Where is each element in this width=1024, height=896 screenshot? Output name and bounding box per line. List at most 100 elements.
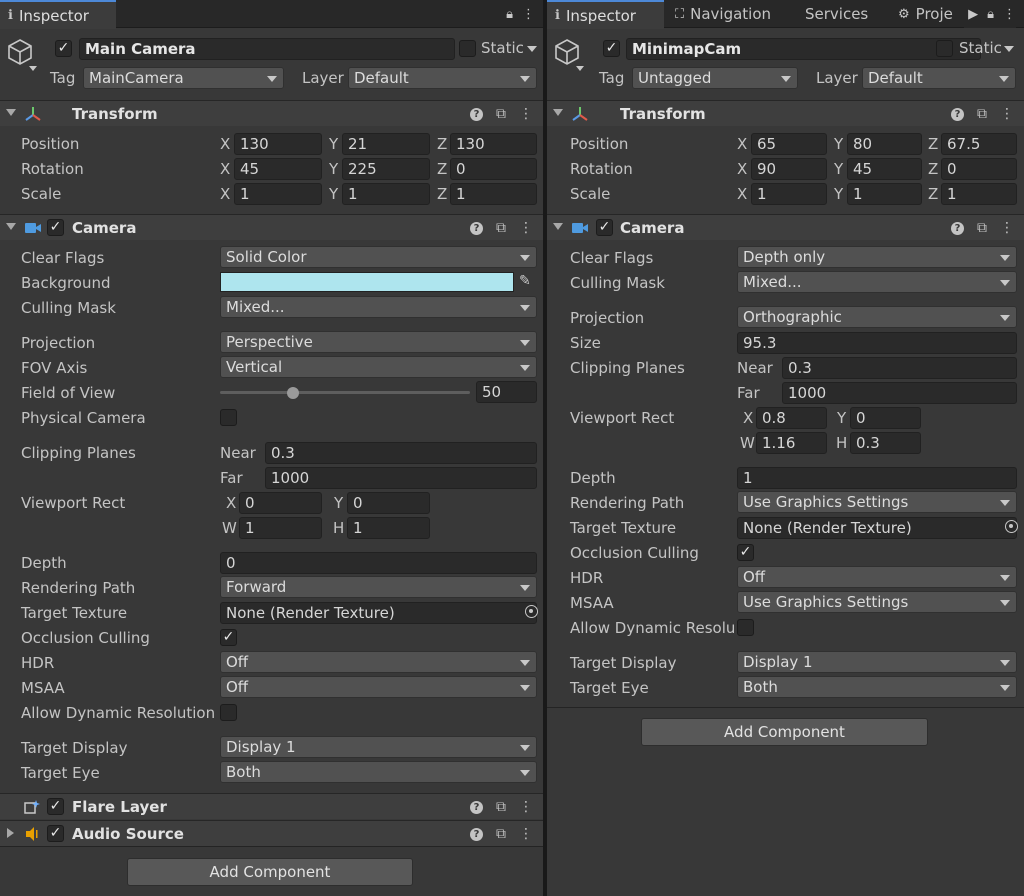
rotation-y-input[interactable]: 225 [342,158,430,180]
rotation-x-input[interactable]: 45 [234,158,322,180]
target-texture-field[interactable]: None (Render Texture) [737,517,1017,539]
preset-sliders-icon[interactable]: ⧉ [977,220,987,236]
gameobject-cube-icon[interactable] [554,38,584,76]
transform-header[interactable]: Transform ? ⧉ ⋮ [0,100,543,126]
msaa-dropdown[interactable]: Off [220,676,537,698]
tab-services[interactable]: Services [797,0,876,28]
target-eye-dropdown[interactable]: Both [220,761,537,783]
preset-sliders-icon[interactable]: ⧉ [496,826,506,842]
help-icon[interactable]: ? [470,827,483,841]
help-icon[interactable]: ? [470,107,483,121]
viewport-x-input[interactable]: 0 [239,492,322,514]
culling-mask-dropdown[interactable]: Mixed... [737,271,1017,293]
scale-z-input[interactable]: 1 [941,183,1017,205]
msaa-dropdown[interactable]: Use Graphics Settings [737,591,1017,613]
static-checkbox[interactable] [459,40,476,57]
static-checkbox[interactable] [936,40,953,57]
viewport-w-input[interactable]: 1.16 [756,432,827,454]
tag-dropdown[interactable]: MainCamera [83,67,284,89]
foldout-arrow-icon[interactable] [6,109,16,116]
foldout-arrow-icon[interactable] [553,109,563,116]
component-enabled-checkbox[interactable]: ✓ [47,825,64,842]
static-dropdown-caret-icon[interactable] [527,46,537,52]
eyedropper-icon[interactable]: ✎ [519,273,531,289]
object-name-input[interactable]: Main Camera [79,38,455,60]
scale-y-input[interactable]: 1 [342,183,430,205]
hdr-dropdown[interactable]: Off [220,651,537,673]
occlusion-culling-checkbox[interactable]: ✓ [737,544,754,561]
active-checkbox[interactable]: ✓ [603,40,620,57]
foldout-arrow-icon[interactable] [7,828,14,838]
rendering-path-dropdown[interactable]: Use Graphics Settings [737,491,1017,513]
help-icon[interactable]: ? [470,221,483,235]
depth-input[interactable]: 0 [220,552,537,574]
add-component-button[interactable]: Add Component [127,858,413,886]
more-menu-icon[interactable]: ⋮ [519,106,533,122]
fov-slider-thumb[interactable] [286,387,299,399]
layer-dropdown[interactable]: Default [862,67,1016,89]
viewport-x-input[interactable]: 0.8 [756,407,827,429]
target-texture-field[interactable]: None (Render Texture) [220,602,537,624]
clear-flags-dropdown[interactable]: Solid Color [220,246,537,268]
object-picker-icon[interactable] [525,605,538,618]
viewport-w-input[interactable]: 1 [239,517,322,539]
component-enabled-checkbox[interactable]: ✓ [596,219,613,236]
projection-dropdown[interactable]: Perspective [220,331,537,353]
rotation-y-input[interactable]: 45 [847,158,922,180]
more-menu-icon[interactable]: ⋮ [1000,106,1014,122]
target-eye-dropdown[interactable]: Both [737,676,1017,698]
viewport-y-input[interactable]: 0 [347,492,430,514]
transform-header[interactable]: Transform ? ⧉ ⋮ [547,100,1024,126]
tab-inspector[interactable]: ℹ Inspector [0,0,116,29]
component-enabled-checkbox[interactable]: ✓ [47,219,64,236]
lock-icon[interactable]: 🔒︎ [987,7,994,22]
camera-header[interactable]: ✓ Camera ? ⧉ ⋮ [0,214,543,240]
fov-axis-dropdown[interactable]: Vertical [220,356,537,378]
active-checkbox[interactable]: ✓ [55,40,72,57]
hdr-dropdown[interactable]: Off [737,566,1017,588]
more-menu-icon[interactable]: ⋮ [522,7,535,22]
rotation-z-input[interactable]: 0 [450,158,537,180]
camera-header[interactable]: ✓ Camera ? ⧉ ⋮ [547,214,1024,240]
dynamic-resolution-checkbox[interactable] [220,704,237,721]
scale-y-input[interactable]: 1 [847,183,922,205]
help-icon[interactable]: ? [951,221,964,235]
object-name-input[interactable]: MinimapCam [626,38,981,60]
dynamic-resolution-checkbox[interactable] [737,619,754,636]
projection-dropdown[interactable]: Orthographic [737,306,1017,328]
more-menu-icon[interactable]: ⋮ [519,799,533,815]
position-x-input[interactable]: 65 [751,133,827,155]
rotation-x-input[interactable]: 90 [751,158,827,180]
preset-sliders-icon[interactable]: ⧉ [496,799,506,815]
object-picker-icon[interactable] [1005,520,1018,533]
target-display-dropdown[interactable]: Display 1 [220,736,537,758]
clear-flags-dropdown[interactable]: Depth only [737,246,1017,268]
gameobject-cube-icon[interactable] [7,38,37,76]
layer-dropdown[interactable]: Default [348,67,537,89]
preset-sliders-icon[interactable]: ⧉ [977,106,987,122]
background-color-swatch[interactable] [220,272,514,292]
size-input[interactable]: 95.3 [737,332,1017,354]
tag-dropdown[interactable]: Untagged [632,67,798,89]
foldout-arrow-icon[interactable] [6,223,16,230]
help-icon[interactable]: ? [470,800,483,814]
viewport-h-input[interactable]: 1 [347,517,430,539]
viewport-y-input[interactable]: 0 [850,407,921,429]
static-dropdown-caret-icon[interactable] [1004,46,1014,52]
position-x-input[interactable]: 130 [234,133,322,155]
position-y-input[interactable]: 80 [847,133,922,155]
tab-project[interactable]: ⚙ Proje [890,0,961,28]
far-input[interactable]: 1000 [265,467,537,489]
depth-input[interactable]: 1 [737,467,1017,489]
audio-source-header[interactable]: ✓ Audio Source ? ⧉ ⋮ [0,820,543,846]
add-component-button[interactable]: Add Component [641,718,928,746]
rotation-z-input[interactable]: 0 [941,158,1017,180]
near-input[interactable]: 0.3 [265,442,537,464]
lock-icon[interactable]: 🔒︎ [506,7,513,22]
scale-x-input[interactable]: 1 [234,183,322,205]
culling-mask-dropdown[interactable]: Mixed... [220,296,537,318]
preset-sliders-icon[interactable]: ⧉ [496,220,506,236]
tab-scroll-right-icon[interactable]: ▶ [968,7,978,22]
position-y-input[interactable]: 21 [342,133,430,155]
far-input[interactable]: 1000 [782,382,1017,404]
